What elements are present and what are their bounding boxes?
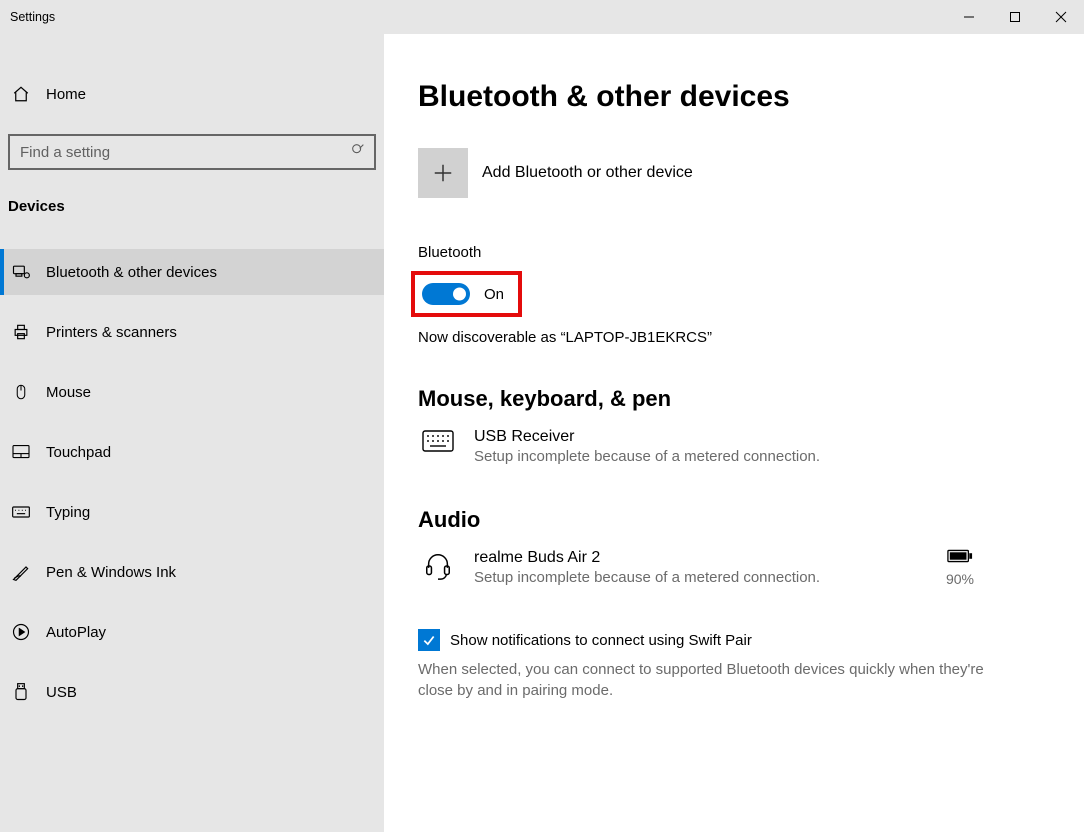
bluetooth-state: On (484, 286, 504, 303)
swift-pair-checkbox[interactable] (418, 629, 440, 651)
sidebar-section-header: Devices (0, 198, 384, 215)
sidebar-item-label: Pen & Windows Ink (46, 564, 176, 581)
sidebar-item-label: USB (46, 684, 77, 701)
device-usb-receiver[interactable]: USB Receiver Setup incomplete because of… (418, 428, 1084, 465)
touchpad-icon (10, 444, 32, 460)
search-input[interactable] (8, 134, 376, 170)
bluetooth-toggle[interactable] (422, 283, 470, 305)
swift-pair-help: When selected, you can connect to suppor… (418, 659, 998, 701)
sidebar-item-label: AutoPlay (46, 624, 106, 641)
printer-icon (10, 322, 32, 342)
sidebar-item-usb[interactable]: USB (0, 669, 384, 715)
minimize-button[interactable] (946, 0, 992, 34)
bluetooth-devices-icon (10, 262, 32, 282)
swift-pair-label: Show notifications to connect using Swif… (450, 632, 752, 649)
sidebar-item-label: Mouse (46, 384, 91, 401)
mouse-keyboard-pen-title: Mouse, keyboard, & pen (418, 386, 1084, 412)
sidebar-item-printers[interactable]: Printers & scanners (0, 309, 384, 355)
sidebar-item-label: Typing (46, 504, 90, 521)
keyboard-icon (10, 504, 32, 520)
device-name: USB Receiver (474, 428, 820, 446)
add-device-label: Add Bluetooth or other device (482, 164, 693, 182)
mouse-icon (10, 383, 32, 401)
window-title: Settings (0, 10, 946, 24)
sidebar-item-bluetooth[interactable]: Bluetooth & other devices (0, 249, 384, 295)
toggle-thumb (453, 288, 466, 301)
maximize-button[interactable] (992, 0, 1038, 34)
search-box[interactable] (8, 134, 376, 170)
sidebar: Home Devices Bluetooth & other devices P… (0, 34, 384, 832)
audio-title: Audio (418, 507, 1084, 533)
home-icon (10, 85, 32, 103)
headset-icon (418, 549, 458, 581)
device-realme-buds[interactable]: realme Buds Air 2 Setup incomplete becau… (418, 549, 1084, 587)
page-title: Bluetooth & other devices (418, 80, 1084, 114)
sidebar-item-mouse[interactable]: Mouse (0, 369, 384, 415)
search-icon (350, 142, 366, 162)
plus-icon (418, 148, 468, 198)
sidebar-item-autoplay[interactable]: AutoPlay (0, 609, 384, 655)
device-status: Setup incomplete because of a metered co… (474, 569, 820, 586)
play-icon (10, 622, 32, 642)
battery-icon (947, 549, 973, 567)
battery-percent: 90% (946, 571, 974, 587)
keyboard-device-icon (418, 428, 458, 452)
home-label: Home (46, 86, 86, 103)
pen-icon (10, 562, 32, 582)
main-panel: Bluetooth & other devices Add Bluetooth … (384, 34, 1084, 832)
bluetooth-toggle-highlight: On (411, 271, 522, 317)
usb-icon (10, 682, 32, 702)
sidebar-item-label: Printers & scanners (46, 324, 177, 341)
sidebar-item-pen[interactable]: Pen & Windows Ink (0, 549, 384, 595)
discoverable-text: Now discoverable as “LAPTOP-JB1EKRCS” (418, 329, 1084, 346)
add-device-button[interactable]: Add Bluetooth or other device (418, 148, 1084, 198)
sidebar-item-touchpad[interactable]: Touchpad (0, 429, 384, 475)
sidebar-item-typing[interactable]: Typing (0, 489, 384, 535)
home-nav[interactable]: Home (0, 74, 384, 114)
device-name: realme Buds Air 2 (474, 549, 820, 567)
device-status: Setup incomplete because of a metered co… (474, 448, 820, 465)
sidebar-item-label: Touchpad (46, 444, 111, 461)
sidebar-item-label: Bluetooth & other devices (46, 264, 217, 281)
titlebar: Settings (0, 0, 1084, 34)
bluetooth-label: Bluetooth (418, 244, 1084, 261)
close-button[interactable] (1038, 0, 1084, 34)
